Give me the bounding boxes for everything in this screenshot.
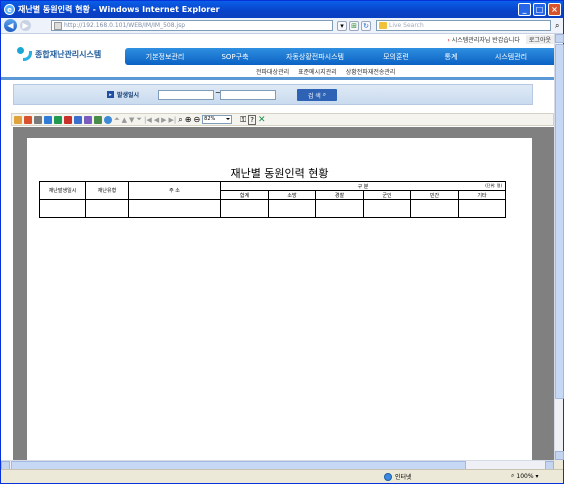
browser-window: e 재난별 동원인력 현황 - Windows Internet Explore… <box>0 0 564 484</box>
print-icon[interactable] <box>34 115 42 124</box>
open-icon[interactable] <box>14 115 22 124</box>
scroll-up-icon[interactable] <box>555 34 564 43</box>
header-military: 군인 <box>363 190 411 200</box>
divider <box>1 77 554 80</box>
hwp-icon[interactable] <box>74 115 82 124</box>
page-viewport: › 시스템관리자님 반갑습니다 로그아웃 종합재난관리시스템 기본정보관리 SO… <box>1 34 554 460</box>
scroll-thumb[interactable] <box>555 44 564 399</box>
submenu-item-target[interactable]: 전파대상관리 <box>256 67 289 76</box>
header-other: 기타 <box>458 190 506 200</box>
unit-label: (단위: 명) <box>485 183 502 188</box>
header-address: 주 소 <box>128 181 221 200</box>
zoom-control[interactable]: ⌕ 100% ▾ <box>511 472 539 480</box>
minimize-button[interactable]: _ <box>518 3 531 16</box>
next-icon[interactable]: ▶ <box>161 116 166 124</box>
submenu-item-resend[interactable]: 상황전파재전송관리 <box>346 67 396 76</box>
forward-button[interactable]: ▶ <box>20 20 31 31</box>
menu-item-basic-info[interactable]: 기본정보관리 <box>125 52 205 62</box>
header-police: 경찰 <box>315 190 364 200</box>
close-report-icon[interactable]: ✕ <box>258 115 266 125</box>
logo-text: 종합재난관리시스템 <box>35 49 102 59</box>
first-icon[interactable]: |◀ <box>144 116 152 124</box>
header-total: 합계 <box>220 190 269 200</box>
magnifier-zoom-icon: ⌕ <box>511 472 515 479</box>
find-icon[interactable] <box>94 115 102 124</box>
zoom-icon[interactable]: ⌕ <box>178 115 182 125</box>
compat-icon[interactable]: ⊞ <box>349 21 359 31</box>
menu-item-sop[interactable]: SOP구축 <box>205 52 265 62</box>
help-icon[interactable]: ? <box>248 114 256 125</box>
search-icon[interactable]: ⌕ <box>555 21 559 31</box>
menu-item-stats[interactable]: 통계 <box>427 52 475 62</box>
scroll-down-icon[interactable] <box>555 451 564 460</box>
refresh-report-icon[interactable] <box>104 115 112 124</box>
security-zone: 인터넷 <box>384 472 412 481</box>
last-page-icon[interactable]: ⏷ <box>136 115 142 124</box>
welcome-text: 시스템관리자님 반갑습니다 <box>451 37 520 44</box>
zoom-in-icon[interactable]: ⊕ <box>185 115 192 124</box>
text-icon[interactable] <box>84 115 92 124</box>
prev-page-icon[interactable]: ▲ <box>122 116 127 124</box>
report-toolbar: ⏶ ▲ ▼ ⏷ |◀ ◀ ▶ ▶| ⌕ ⊕ ⊖ 82% ⚿ ? ✕ <box>11 113 554 126</box>
address-bar[interactable]: http://192.168.0.101/WEB/IM/IM_508.jsp <box>51 20 333 31</box>
dropdown-arrow-icon[interactable]: ▾ <box>337 21 347 31</box>
report-viewer: 재난별 동원인력 현황 재난발생일시 재난유형 주 소 구 분 (단위: 명) 합… <box>13 127 554 460</box>
logout-button[interactable]: 로그아웃 <box>525 35 554 44</box>
logo-mark-icon <box>15 45 33 63</box>
chevron-down-icon: ▾ <box>535 472 539 480</box>
filter-label: 발생일시 <box>117 92 140 99</box>
ie-icon: e <box>4 4 15 15</box>
window-title: 재난별 동원인력 현황 - Windows Internet Explorer <box>18 5 220 14</box>
menu-item-auto-propagation[interactable]: 자동상황전파시스템 <box>265 52 365 62</box>
first-page-icon[interactable]: ⏶ <box>114 115 120 124</box>
page-icon <box>54 22 62 30</box>
submenu: 전파대상관리 표준메시지관리 상황전파재전송관리 <box>256 67 395 76</box>
submenu-item-message[interactable]: 표준메시지관리 <box>298 67 337 76</box>
live-search-icon <box>379 22 387 29</box>
export-icon[interactable] <box>44 115 52 124</box>
header-category: 구 분 (단위: 명) <box>220 181 506 191</box>
globe-icon <box>384 472 392 481</box>
arrow-icon: › <box>447 37 450 44</box>
back-button[interactable]: ◀ <box>4 19 17 32</box>
date-from-field[interactable] <box>158 90 214 100</box>
maximize-button[interactable]: □ <box>533 3 546 16</box>
excel-icon[interactable] <box>54 115 62 124</box>
close-button[interactable]: × <box>548 3 561 16</box>
menu-item-system-admin[interactable]: 시스템관리 <box>475 52 547 62</box>
header-type: 재난유형 <box>85 181 129 200</box>
top-info-links: › 시스템관리자님 반갑습니다 로그아웃 <box>447 35 554 44</box>
prev-icon[interactable]: ◀ <box>154 116 159 124</box>
next-page-icon[interactable]: ▼ <box>129 116 134 124</box>
search-button[interactable]: 검 색 ⌕ <box>297 89 337 101</box>
zoom-select[interactable]: 82% <box>202 115 233 124</box>
main-menu: 기본정보관리 SOP구축 자동상황전파시스템 모의훈련 통계 시스템관리 <box>125 48 554 65</box>
site-logo[interactable]: 종합재난관리시스템 <box>15 45 101 63</box>
key-icon[interactable]: ⚿ <box>240 115 246 125</box>
header-fire: 소방 <box>268 190 316 200</box>
horizontal-scrollbar[interactable] <box>1 460 554 470</box>
table-row <box>39 199 506 218</box>
report-table: 재난발생일시 재난유형 주 소 구 분 (단위: 명) 합계 소방 경찰 군인 민… <box>39 181 506 218</box>
search-input[interactable]: Live Search <box>376 20 551 31</box>
last-icon[interactable]: ▶| <box>169 116 177 124</box>
navigation-bar: ◀ ▶ http://192.168.0.101/WEB/IM/IM_508.j… <box>1 18 563 34</box>
filter-panel: ▸ 발생일시 ~ 검 색 ⌕ <box>13 84 533 105</box>
address-text: http://192.168.0.101/WEB/IM/IM_508.jsp <box>64 22 186 29</box>
save-icon[interactable] <box>24 115 32 124</box>
vertical-scrollbar[interactable] <box>554 34 564 460</box>
date-to-field[interactable] <box>220 90 276 100</box>
refresh-icon[interactable]: ↻ <box>361 21 371 31</box>
zoom-out-icon[interactable]: ⊖ <box>193 115 200 124</box>
pdf-icon[interactable] <box>64 115 72 124</box>
header-civilian: 민간 <box>410 190 459 200</box>
report-title: 재난별 동원인력 현황 <box>230 167 329 180</box>
menu-item-drill[interactable]: 모의훈련 <box>365 52 427 62</box>
title-bar: e 재난별 동원인력 현황 - Windows Internet Explore… <box>1 1 563 18</box>
status-bar: 인터넷 ⌕ 100% ▾ <box>1 469 563 483</box>
report-page: 재난별 동원인력 현황 재난발생일시 재난유형 주 소 구 분 (단위: 명) 합… <box>27 138 532 460</box>
header-occurred: 재난발생일시 <box>39 181 86 200</box>
magnifier-icon: ⌕ <box>322 91 327 98</box>
bullet-icon: ▸ <box>107 91 114 98</box>
